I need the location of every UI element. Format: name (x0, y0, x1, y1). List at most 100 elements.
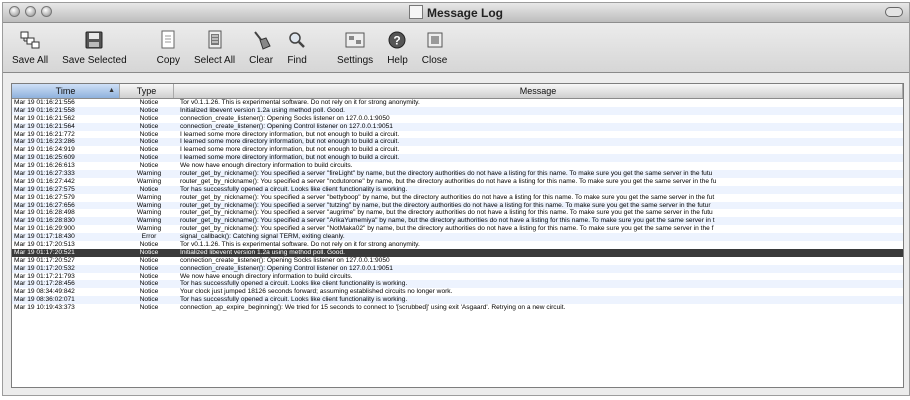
sort-ascending-icon: ▲ (108, 87, 115, 94)
table-row[interactable]: Mar 19 01:16:21:562 Notice connection_crea… (12, 115, 903, 123)
message-cell: router_get_by_nickname(): You specified … (180, 193, 715, 201)
type-cell: Notice (139, 138, 159, 146)
time-cell: Mar 19 01:16:24:919 (14, 146, 75, 154)
type-cell: Notice (139, 280, 159, 288)
broom-icon (250, 28, 272, 52)
select-all-label: Select All (194, 55, 236, 66)
message-log-window: Message Log Save All Save Selected Copy (2, 2, 910, 396)
time-cell: Mar 19 01:17:28:456 (14, 280, 75, 288)
table-row[interactable]: Mar 19 01:16:21:558 Notice Initialized lib… (12, 106, 903, 115)
time-cell: Mar 19 01:17:21:793 (14, 272, 75, 280)
select-all-icon (205, 28, 225, 52)
table-row[interactable]: Mar 19 01:16:27:333 Warning router_get_by_… (12, 170, 903, 178)
table-row[interactable]: Mar 19 01:17:20:532 Notice connection_crea… (12, 264, 903, 273)
message-cell: router_get_by_nickname(): You specified … (180, 177, 717, 185)
table-row[interactable]: Mar 19 01:16:27:656 Warning router_get_by_… (12, 201, 903, 210)
table-row[interactable]: Mar 19 01:16:26:613 Notice We now have eno… (12, 162, 903, 170)
time-cell: Mar 19 01:16:27:333 (14, 170, 75, 178)
time-cell: Mar 19 01:16:26:613 (14, 162, 75, 170)
message-cell: Initialized libevent version 1.2a using … (180, 106, 345, 114)
table-row[interactable]: Mar 19 01:16:27:575 Notice Tor has success… (12, 185, 903, 194)
type-cell: Warning (136, 177, 162, 185)
title-bar[interactable]: Message Log (3, 3, 909, 23)
table-row[interactable]: Mar 19 01:16:25:609 Notice I learned some … (12, 154, 903, 163)
message-cell: Tor has successfully opened a circuit. L… (180, 185, 408, 193)
save-selected-button[interactable]: Save Selected (55, 28, 134, 72)
time-cell: Mar 19 01:16:27:579 (14, 193, 75, 201)
type-cell: Notice (139, 264, 159, 272)
time-cell: Mar 19 01:17:20:513 (14, 241, 75, 249)
type-cell: Warning (136, 209, 162, 217)
column-header-time-label: Time (55, 86, 76, 96)
save-all-button[interactable]: Save All (5, 28, 55, 72)
floppy-disk-icon (84, 28, 104, 52)
table-row[interactable]: Mar 19 01:17:20:513 Notice Tor v0.1.1.26. … (12, 241, 903, 249)
type-cell: Notice (139, 162, 159, 170)
table-row[interactable]: Mar 19 01:17:20:521 Notice Initialized lib… (12, 248, 903, 257)
save-all-icon (19, 28, 41, 52)
table-row[interactable]: Mar 19 01:16:27:442 Warning router_get_by_… (12, 178, 903, 186)
settings-button[interactable]: Settings (330, 28, 380, 72)
message-cell: connection_create_listener(): Opening So… (180, 256, 390, 264)
copy-button[interactable]: Copy (150, 28, 187, 72)
table-row[interactable]: Mar 19 01:16:23:286 Notice I learned some … (12, 138, 903, 147)
table-row[interactable]: Mar 19 01:17:20:527 Notice connection_crea… (12, 257, 903, 265)
close-button[interactable]: Close (415, 28, 455, 72)
type-cell: Notice (139, 122, 159, 130)
settings-label: Settings (337, 55, 374, 66)
message-table[interactable]: Time ▲ Type Message Mar 19 01:16:21:556 N… (11, 83, 904, 388)
select-all-button[interactable]: Select All (187, 28, 242, 72)
table-row[interactable]: Mar 19 08:34:49:842 Notice Your clock just… (12, 288, 903, 296)
type-cell: Notice (139, 288, 159, 296)
table-row[interactable]: Mar 19 08:36:02:071 Notice Tor has success… (12, 296, 903, 305)
type-cell: Notice (139, 130, 159, 138)
table-row[interactable]: Mar 19 01:17:28:456 Notice Tor has success… (12, 280, 903, 289)
toolbar-toggle-button[interactable] (885, 7, 903, 17)
table-row[interactable]: Mar 19 10:19:43:373 Notice connection_ap_e… (12, 304, 903, 312)
table-row[interactable]: Mar 19 01:16:21:564 Notice connection_crea… (12, 122, 903, 131)
help-label: Help (387, 55, 408, 66)
time-cell: Mar 19 01:17:18:430 (14, 233, 75, 241)
table-header: Time ▲ Type Message (12, 84, 903, 99)
time-cell: Mar 19 01:16:21:562 (14, 114, 75, 122)
help-icon: ? (387, 28, 407, 52)
time-cell: Mar 19 01:16:25:609 (14, 154, 75, 162)
message-cell: connection_ap_expire_beginning(): We tri… (180, 304, 566, 312)
type-cell: Error (141, 233, 157, 241)
type-cell: Warning (136, 193, 162, 201)
table-row[interactable]: Mar 19 01:17:21:793 Notice We now have eno… (12, 273, 903, 281)
copy-icon (158, 28, 178, 52)
table-row[interactable]: Mar 19 01:16:21:772 Notice I learned some … (12, 131, 903, 139)
type-cell: Notice (139, 256, 159, 264)
message-cell: router_get_by_nickname(): You specified … (180, 201, 711, 209)
time-cell: Mar 19 01:16:23:286 (14, 138, 75, 146)
column-header-type[interactable]: Type (120, 84, 174, 98)
table-row[interactable]: Mar 19 01:16:24:919 Notice I learned some … (12, 146, 903, 154)
time-cell: Mar 19 08:36:02:071 (14, 296, 75, 304)
find-button[interactable]: Find (280, 28, 314, 72)
column-header-time[interactable]: Time ▲ (12, 84, 120, 98)
message-cell: connection_create_listener(): Opening Co… (180, 264, 393, 272)
clear-button[interactable]: Clear (242, 28, 280, 72)
message-cell: Your clock just jumped 18126 seconds for… (180, 288, 453, 296)
type-cell: Warning (136, 217, 162, 225)
type-cell: Notice (139, 106, 159, 114)
time-cell: Mar 19 01:17:20:527 (14, 256, 75, 264)
table-row[interactable]: Mar 19 01:16:28:830 Warning router_get_by_… (12, 217, 903, 226)
column-header-message-label: Message (519, 86, 557, 96)
type-cell: Warning (136, 225, 162, 233)
time-cell: Mar 19 01:16:27:575 (14, 185, 75, 193)
type-cell: Notice (139, 272, 159, 280)
find-label: Find (287, 55, 307, 66)
table-row[interactable]: Mar 19 01:17:18:430 Error signal_callback(… (12, 233, 903, 242)
column-header-message[interactable]: Message (174, 84, 903, 98)
table-row[interactable]: Mar 19 01:16:28:498 Warning router_get_by_… (12, 209, 903, 217)
table-row[interactable]: Mar 19 01:16:27:579 Warning router_get_by_… (12, 194, 903, 202)
help-button[interactable]: ? Help (380, 28, 415, 72)
table-row[interactable]: Mar 19 01:16:21:556 Notice Tor v0.1.1.26. … (12, 99, 903, 107)
message-cell: I learned some more directory informatio… (180, 130, 400, 138)
table-row[interactable]: Mar 19 01:16:29:900 Warning router_get_by_… (12, 225, 903, 233)
time-cell: Mar 19 01:16:29:900 (14, 225, 75, 233)
message-cell: Tor v0.1.1.26. This is experimental soft… (180, 241, 420, 249)
time-cell: Mar 19 08:34:49:842 (14, 288, 75, 296)
